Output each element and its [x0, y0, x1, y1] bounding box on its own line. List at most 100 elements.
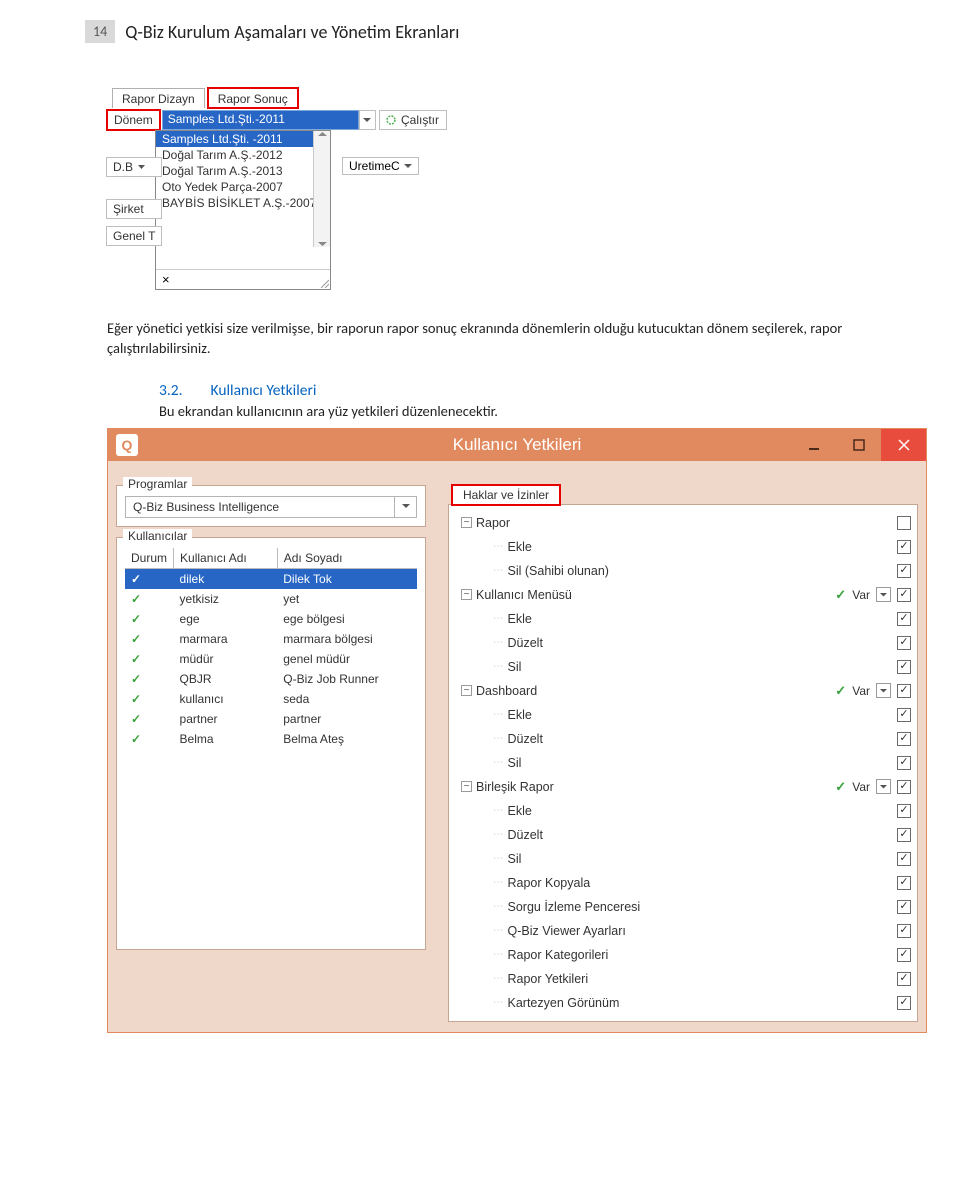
table-row[interactable]: ✓yetkisizyet	[125, 589, 417, 609]
permission-checkbox[interactable]: ✓	[897, 900, 911, 914]
tree-branch-icon: ⋯	[493, 709, 505, 720]
cell-fullname: ege bölgesi	[277, 609, 417, 629]
permission-checkbox[interactable]: ✓	[897, 780, 911, 794]
tab-report-result[interactable]: Rapor Sonuç	[208, 88, 298, 108]
permission-row: ⋯Düzelt✓	[459, 631, 911, 655]
dropdown-item[interactable]: Doğal Tarım A.Ş.-2013	[156, 163, 330, 179]
permission-row: −Dashboard✓Var✓	[459, 679, 911, 703]
permission-checkbox[interactable]: ✓	[897, 924, 911, 938]
page-number: 14	[85, 20, 115, 43]
permission-label: Ekle	[508, 708, 898, 722]
dropdown-item[interactable]: Oto Yedek Parça-2007	[156, 179, 330, 195]
permission-checkbox[interactable]: ✓	[897, 972, 911, 986]
permission-checkbox[interactable]: ✓	[897, 804, 911, 818]
permission-checkbox[interactable]	[897, 516, 911, 530]
check-icon: ✓	[131, 612, 141, 626]
permission-checkbox[interactable]: ✓	[897, 564, 911, 578]
table-row[interactable]: ✓BelmaBelma Ateş	[125, 729, 417, 749]
permission-label: Sil	[508, 756, 898, 770]
tab-report-design[interactable]: Rapor Dizayn	[112, 88, 205, 108]
table-row[interactable]: ✓dilekDilek Tok	[125, 568, 417, 589]
permission-checkbox[interactable]: ✓	[897, 708, 911, 722]
tree-branch-icon: ⋯	[493, 541, 505, 552]
table-row[interactable]: ✓müdürgenel müdür	[125, 649, 417, 669]
permission-row: ⋯Q-Biz Viewer Ayarları✓	[459, 919, 911, 943]
tree-branch-icon: ⋯	[493, 733, 505, 744]
dropdown-item[interactable]: BAYBİS BİSİKLET A.Ş.-2007	[156, 195, 330, 211]
donem-dropdown-popup: Samples Ltd.Şti. -2011 Doğal Tarım A.Ş.-…	[155, 130, 331, 290]
cell-username: Belma	[174, 729, 278, 749]
minimize-button[interactable]	[791, 429, 836, 461]
col-user[interactable]: Kullanıcı Adı	[174, 548, 278, 569]
permission-checkbox[interactable]: ✓	[897, 828, 911, 842]
db-label: D.B	[106, 157, 162, 177]
calistir-button[interactable]: Çalıştır	[379, 110, 447, 130]
section-title: Kullanıcı Yetkileri	[211, 381, 317, 400]
table-row[interactable]: ✓ egeege bölgesi	[125, 609, 417, 629]
dropdown-close[interactable]: ×	[156, 269, 330, 289]
dropdown-item-selected[interactable]: Samples Ltd.Şti. -2011	[156, 131, 330, 147]
maximize-button[interactable]	[836, 429, 881, 461]
check-icon: ✓	[835, 587, 846, 603]
uretime-dropdown[interactable]: UretimeC	[342, 157, 419, 175]
table-row[interactable]: ✓marmaramarmara bölgesi	[125, 629, 417, 649]
scrollbar[interactable]	[313, 131, 330, 247]
permission-dropdown[interactable]	[876, 587, 891, 602]
table-row[interactable]: ✓QBJRQ-Biz Job Runner	[125, 669, 417, 689]
check-icon: ✓	[131, 572, 141, 586]
tab-haklar-izinler[interactable]: Haklar ve İzinler	[452, 485, 560, 505]
table-row[interactable]: ✓kullanıcıseda	[125, 689, 417, 709]
donem-value[interactable]: Samples Ltd.Şti.-2011	[162, 110, 359, 130]
permission-label: Sil	[508, 660, 898, 674]
permission-dropdown[interactable]	[876, 683, 891, 698]
permission-checkbox[interactable]: ✓	[897, 852, 911, 866]
close-button[interactable]	[881, 429, 926, 461]
cell-username: ege	[174, 609, 278, 629]
cell-username: dilek	[174, 568, 278, 589]
tree-toggle[interactable]: −	[461, 685, 472, 696]
tree-toggle[interactable]: −	[461, 781, 472, 792]
permission-label: Kullanıcı Menüsü	[476, 588, 835, 602]
cell-username: marmara	[174, 629, 278, 649]
minimize-icon	[808, 439, 820, 451]
permission-row: ⋯Ekle✓	[459, 703, 911, 727]
permission-checkbox[interactable]: ✓	[897, 612, 911, 626]
permission-checkbox[interactable]: ✓	[897, 684, 911, 698]
program-dropdown-toggle[interactable]	[394, 497, 416, 517]
permission-label: Kartezyen Görünüm	[508, 996, 898, 1010]
permission-row: ⋯Sil✓	[459, 751, 911, 775]
permission-row: −Kullanıcı Menüsü✓Var✓	[459, 583, 911, 607]
cell-fullname: Belma Ateş	[277, 729, 417, 749]
cell-fullname: seda	[277, 689, 417, 709]
donem-dropdown-toggle[interactable]	[359, 110, 376, 130]
permission-checkbox[interactable]: ✓	[897, 996, 911, 1010]
tree-branch-icon: ⋯	[493, 661, 505, 672]
permission-checkbox[interactable]: ✓	[897, 876, 911, 890]
chevron-down-icon	[402, 504, 410, 509]
permission-checkbox[interactable]: ✓	[897, 948, 911, 962]
permission-checkbox[interactable]: ✓	[897, 588, 911, 602]
permission-checkbox[interactable]: ✓	[897, 636, 911, 650]
tree-branch-icon: ⋯	[493, 973, 505, 984]
permission-label: Rapor Kategorileri	[508, 948, 898, 962]
permission-checkbox[interactable]: ✓	[897, 660, 911, 674]
programs-group: Programlar Q-Biz Business Intelligence	[116, 485, 426, 527]
program-value: Q-Biz Business Intelligence	[126, 497, 394, 517]
kullanici-yetkileri-window: Q Kullanıcı Yetkileri Programlar	[107, 428, 927, 1033]
program-dropdown[interactable]: Q-Biz Business Intelligence	[125, 496, 417, 518]
table-row[interactable]: ✓partnerpartner	[125, 709, 417, 729]
permission-checkbox[interactable]: ✓	[897, 732, 911, 746]
permission-checkbox[interactable]: ✓	[897, 756, 911, 770]
tree-branch-icon: ⋯	[493, 613, 505, 624]
dropdown-item[interactable]: Doğal Tarım A.Ş.-2012	[156, 147, 330, 163]
permission-row: ⋯Ekle✓	[459, 535, 911, 559]
tree-toggle[interactable]: −	[461, 589, 472, 600]
page-title: Q-Biz Kurulum Aşamaları ve Yönetim Ekran…	[125, 21, 459, 43]
tree-toggle[interactable]: −	[461, 517, 472, 528]
permission-dropdown[interactable]	[876, 779, 891, 794]
col-name[interactable]: Adı Soyadı	[277, 548, 417, 569]
tree-branch-icon: ⋯	[493, 565, 505, 576]
col-durum[interactable]: Durum	[125, 548, 174, 569]
permission-checkbox[interactable]: ✓	[897, 540, 911, 554]
permission-label: Q-Biz Viewer Ayarları	[508, 924, 898, 938]
